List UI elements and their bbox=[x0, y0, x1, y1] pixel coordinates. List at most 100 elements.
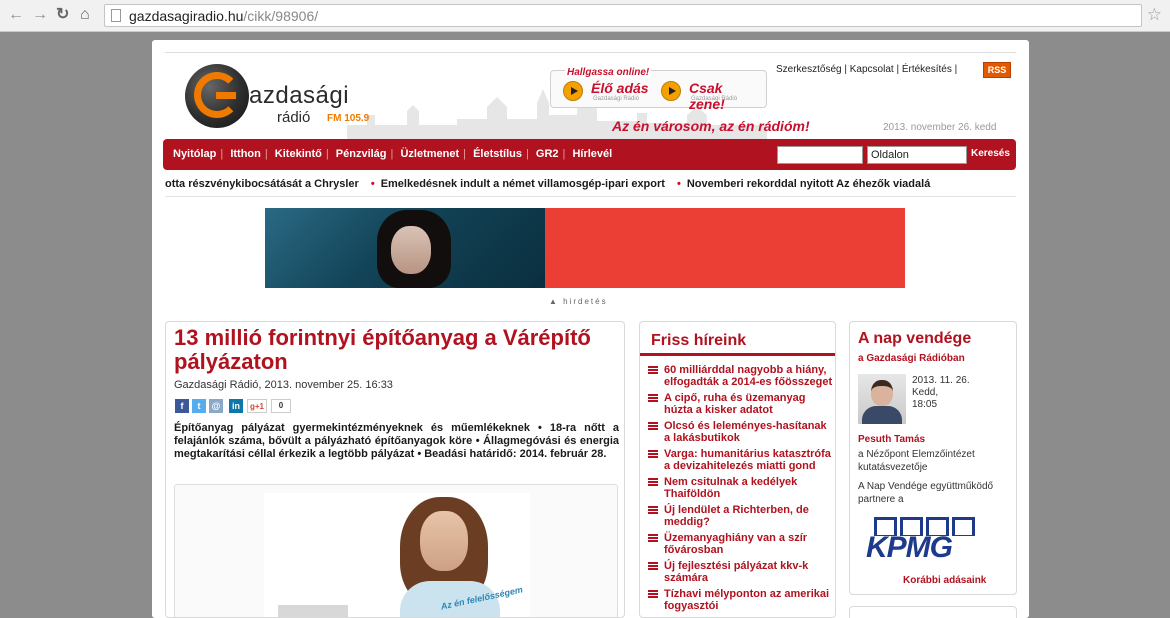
kpmg-logo[interactable]: KPMG bbox=[866, 517, 978, 564]
partner-text: A Nap Vendége együttműködő partnere a bbox=[858, 481, 994, 505]
music-stream-button[interactable]: Csak zene! Gazdasági Rádió bbox=[661, 80, 761, 112]
guest-role: a Nézőpont Elemzőintézet kutatásvezetője bbox=[858, 449, 975, 473]
guest-time: 18:05 bbox=[912, 399, 938, 410]
current-date: 2013. november 26. kedd bbox=[883, 122, 997, 133]
menu-item-itthon[interactable]: Itthon bbox=[230, 148, 261, 160]
guest-title: A nap vendége bbox=[858, 330, 972, 347]
news-link[interactable]: Új lendület a Richterben, de meddig? bbox=[664, 504, 809, 528]
ad-photo bbox=[265, 208, 545, 288]
ad-banner[interactable] bbox=[265, 208, 905, 288]
bookmark-star-icon[interactable]: ☆ bbox=[1147, 5, 1162, 25]
main-menu: Nyitólap | Itthon | Kitekintő | Pénzvilág | … bbox=[163, 139, 1016, 170]
news-ticker: otta részvénykibocsátását a Chrysler • Eme… bbox=[165, 178, 931, 190]
play-icon bbox=[661, 81, 681, 101]
menu-item-eletstilus[interactable]: Életstílus bbox=[473, 148, 522, 160]
image-badge bbox=[278, 605, 348, 617]
logo-sub: rádió bbox=[277, 109, 311, 126]
menu-item-penzvilag[interactable]: Pénzvilág bbox=[336, 148, 387, 160]
url-text: gazdasagiradio.hu/cikk/98906/ bbox=[129, 8, 319, 24]
live-stream-button[interactable]: Élő adás Gazdasági Rádió bbox=[563, 80, 663, 106]
news-link[interactable]: Olcsó és leleményes-hasítanak a lakásbut… bbox=[664, 420, 827, 444]
article-image[interactable]: Az én felelősségem bbox=[264, 493, 530, 617]
link-szerkesztoseg[interactable]: Szerkesztőség bbox=[776, 64, 842, 75]
list-item[interactable]: Varga: humanitárius katasztrófa a deviza… bbox=[648, 448, 833, 472]
menu-item-hirlevel[interactable]: Hírlevél bbox=[572, 148, 612, 160]
article-lead: Építőanyag pályázat gyermekintézményekne… bbox=[174, 422, 619, 460]
logo-frequency: FM 105.9 bbox=[327, 113, 370, 124]
site-logo[interactable]: azdasági rádió FM 105.9 bbox=[185, 64, 385, 134]
news-link[interactable]: Tízhavi mélyponton az amerikai fogyasztó… bbox=[664, 588, 829, 612]
latest-news-rule bbox=[640, 353, 835, 356]
linkedin-icon[interactable]: in bbox=[229, 399, 243, 413]
guest-head bbox=[871, 380, 893, 406]
listen-header: Hallgassa online! bbox=[565, 67, 652, 78]
guest-photo[interactable] bbox=[858, 374, 906, 424]
latest-news-title: Friss híreink bbox=[651, 332, 747, 349]
ad-red-panel bbox=[545, 208, 905, 288]
search-button[interactable]: Keresés bbox=[971, 148, 1010, 159]
news-icon bbox=[648, 450, 658, 459]
article-box: 13 millió forintnyi építőanyag a Várépít… bbox=[165, 321, 625, 618]
news-icon bbox=[648, 478, 658, 487]
search-input[interactable] bbox=[777, 146, 863, 164]
top-links: Szerkesztőség | Kapcsolat | Értékesítés … bbox=[776, 64, 958, 75]
listen-online-box: Hallgassa online! Élő adás Gazdasági Rád… bbox=[550, 67, 767, 112]
music-sub: Gazdasági Rádió bbox=[691, 96, 738, 102]
home-icon[interactable]: ⌂ bbox=[80, 6, 90, 24]
menu-item-uzletmenet[interactable]: Üzletmenet bbox=[400, 148, 459, 160]
article-title: 13 millió forintnyi építőanyag a Várépít… bbox=[174, 325, 591, 374]
list-item[interactable]: Új lendület a Richterben, de meddig? bbox=[648, 504, 833, 528]
list-item[interactable]: Tízhavi mélyponton az amerikai fogyasztó… bbox=[648, 588, 833, 612]
live-sub: Gazdasági Rádió bbox=[593, 96, 640, 102]
news-link[interactable]: Új fejlesztési pályázat kkv-k számára bbox=[664, 560, 808, 584]
logo-name: azdasági bbox=[249, 82, 350, 109]
news-link[interactable]: Nem csitulnak a kedélyek Thaiföldön bbox=[664, 476, 797, 500]
list-item[interactable]: Nem csitulnak a kedélyek Thaiföldön bbox=[648, 476, 833, 500]
news-link[interactable]: A cipő, ruha és üzemanyag húzta a kisker… bbox=[664, 392, 805, 416]
link-ertekesites[interactable]: Értékesítés bbox=[902, 64, 952, 75]
ticker-item[interactable]: Emelkedésnek indult a német villamosgép-… bbox=[381, 178, 665, 190]
news-icon bbox=[648, 534, 658, 543]
menu-item-nyitolap[interactable]: Nyitólap bbox=[173, 148, 216, 160]
previous-shows-link[interactable]: Korábbi adásaink bbox=[903, 575, 986, 586]
forward-arrow-icon[interactable]: → bbox=[32, 6, 48, 24]
ticker-divider bbox=[165, 196, 1016, 197]
kpmg-wordmark: KPMG bbox=[866, 531, 953, 564]
ticker-item[interactable]: Novemberi rekorddal nyitott Az éhezők vi… bbox=[687, 178, 931, 190]
live-label: Élő adás bbox=[591, 80, 649, 96]
search-scope-select[interactable]: Oldalon bbox=[867, 146, 967, 164]
reload-icon[interactable]: ↻ bbox=[56, 6, 69, 24]
page-icon bbox=[111, 9, 121, 22]
link-kapcsolat[interactable]: Kapcsolat bbox=[850, 64, 894, 75]
news-icon bbox=[648, 422, 658, 431]
google-plus-icon[interactable]: g+1 bbox=[247, 399, 267, 413]
list-item[interactable]: Új fejlesztési pályázat kkv-k számára bbox=[648, 560, 833, 584]
back-arrow-icon[interactable]: ← bbox=[8, 6, 24, 24]
model-face bbox=[420, 511, 468, 571]
list-item[interactable]: 60 milliárddal nagyobb a hiány, elfogadt… bbox=[648, 364, 833, 388]
guest-of-the-day-box: A nap vendége a Gazdasági Rádióban 2013.… bbox=[849, 321, 1017, 595]
page: azdasági rádió FM 105.9 Hallgassa online… bbox=[152, 40, 1029, 618]
news-icon bbox=[648, 394, 658, 403]
news-link[interactable]: Varga: humanitárius katasztrófa a deviza… bbox=[664, 448, 831, 472]
latest-news-list: 60 milliárddal nagyobb a hiány, elfogadt… bbox=[648, 364, 833, 616]
facebook-icon[interactable]: f bbox=[175, 399, 189, 413]
ticker-item[interactable]: otta részvénykibocsátását a Chrysler bbox=[165, 178, 359, 190]
news-link[interactable]: 60 milliárddal nagyobb a hiány, elfogadt… bbox=[664, 364, 832, 388]
news-link[interactable]: Üzemanyaghiány van a szír fővárosban bbox=[664, 532, 807, 556]
guest-subtitle: a Gazdasági Rádióban bbox=[858, 353, 965, 364]
rss-button[interactable]: RSS bbox=[983, 62, 1011, 78]
menu-item-gr2[interactable]: GR2 bbox=[536, 148, 559, 160]
menu-item-kitekinto[interactable]: Kitekintő bbox=[275, 148, 322, 160]
share-icon[interactable]: @ bbox=[209, 399, 223, 413]
guest-airtime: 2013. 11. 26. Kedd, 18:05 bbox=[912, 375, 1002, 411]
news-icon bbox=[648, 562, 658, 571]
twitter-icon[interactable]: t bbox=[192, 399, 206, 413]
list-item[interactable]: Üzemanyaghiány van a szír fővárosban bbox=[648, 532, 833, 556]
play-icon bbox=[563, 81, 583, 101]
list-item[interactable]: A cipő, ruha és üzemanyag húzta a kisker… bbox=[648, 392, 833, 416]
list-item[interactable]: Olcsó és leleményes-hasítanak a lakásbut… bbox=[648, 420, 833, 444]
sidebar-box bbox=[849, 606, 1017, 618]
address-bar[interactable]: gazdasagiradio.hu/cikk/98906/ bbox=[104, 4, 1142, 27]
guest-name[interactable]: Pesuth Tamás bbox=[858, 434, 925, 445]
